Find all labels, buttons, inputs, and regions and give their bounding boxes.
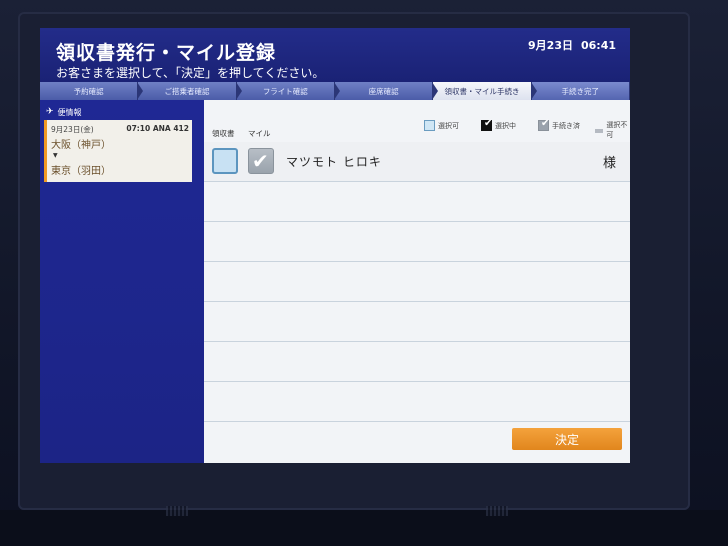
- flight-info-heading-label: 便情報: [57, 107, 82, 117]
- empty-passenger-row: [204, 382, 630, 422]
- step-label: フライト確認: [262, 86, 308, 96]
- step-label: 領収書・マイル手続き: [444, 86, 520, 96]
- unselectable-dash-icon: [595, 129, 604, 133]
- done-check-icon: ✔: [538, 118, 549, 131]
- flight-card-top-row: 9月23日(金) 07:10 ANA 412: [51, 124, 189, 135]
- column-header-mile: マイル: [248, 129, 271, 138]
- step-label: 座席確認: [368, 86, 399, 96]
- passenger-panel: 領収書 マイル 選択可 ✔ 選択中 ✔ 手続き済 選択不可 ✔ マツモト ヒロキ…: [204, 100, 630, 463]
- step-receipt-mile: 領収書・マイル手続き: [433, 82, 537, 100]
- step-flight-check: フライト確認: [236, 82, 340, 100]
- bezel-bottom: [0, 510, 728, 546]
- clock-time: 06:41: [580, 39, 616, 52]
- empty-passenger-row: [204, 182, 630, 222]
- clock: 9月23日 06:41: [520, 37, 616, 53]
- empty-passenger-row: [204, 342, 630, 382]
- clock-date: 9月23日: [528, 39, 573, 52]
- speaker-grille-left: [166, 506, 188, 516]
- legend-done-label: 手続き済: [552, 121, 580, 130]
- step-label: 予約確認: [73, 86, 104, 96]
- passenger-row: ✔ マツモト ヒロキ 様: [204, 142, 630, 182]
- flight-info-heading: ✈ 便情報: [46, 106, 196, 118]
- column-header-receipt: 領収書: [212, 129, 235, 138]
- step-label: ご搭乗者確認: [164, 86, 210, 96]
- step-chevron-icon: [235, 82, 242, 100]
- selectable-box-icon: [424, 120, 435, 131]
- passenger-honorific: 様: [602, 156, 616, 171]
- passenger-name: マツモト ヒロキ: [286, 155, 382, 169]
- legend-unselectable-label: 選択不可: [606, 121, 628, 139]
- empty-passenger-row: [204, 302, 630, 342]
- step-label: 手続き完了: [561, 86, 600, 96]
- legend-selected-label: 選択中: [495, 121, 516, 130]
- step-passenger-check: ご搭乗者確認: [138, 82, 242, 100]
- legend-done: ✔ 手続き済: [538, 118, 580, 131]
- speaker-grille-right: [486, 506, 508, 516]
- flight-origin: 大阪（神戸）: [51, 140, 111, 151]
- flight-card: 9月23日(金) 07:10 ANA 412 大阪（神戸） ▼ 東京（羽田）: [44, 120, 192, 182]
- empty-passenger-row: [204, 262, 630, 302]
- legend-unselectable: 選択不可: [595, 120, 630, 140]
- kiosk-screen: 領収書発行・マイル登録 お客さまを選択して、「決定」を押してください。 9月23…: [40, 28, 630, 463]
- page-title: 領収書発行・マイル登録: [56, 42, 277, 64]
- step-chevron-icon: [333, 82, 340, 100]
- legend-selectable-label: 選択可: [438, 121, 459, 130]
- step-chevron-icon: [137, 82, 144, 100]
- mile-checkbox[interactable]: ✔: [248, 148, 274, 174]
- legend-selectable: 選択可: [424, 120, 459, 131]
- step-complete: 手続き完了: [531, 82, 630, 100]
- flight-info-sidebar: ✈ 便情報 9月23日(金) 07:10 ANA 412 大阪（神戸） ▼ 東京…: [40, 100, 204, 463]
- legend-selected: ✔ 選択中: [481, 118, 516, 131]
- step-chevron-icon: [530, 82, 537, 100]
- checkmark-icon: ✔: [252, 149, 269, 173]
- empty-passenger-row: [204, 222, 630, 262]
- airplane-icon: ✈: [46, 107, 54, 117]
- selected-check-icon: ✔: [481, 118, 492, 131]
- down-arrow-icon: ▼: [53, 152, 58, 159]
- flight-destination: 東京（羽田）: [51, 166, 111, 177]
- header-bar: 領収書発行・マイル登録 お客さまを選択して、「決定」を押してください。 9月23…: [40, 28, 630, 82]
- flight-date: 9月23日(金): [51, 125, 94, 134]
- receipt-checkbox[interactable]: [212, 148, 238, 174]
- flight-time-number: 07:10 ANA 412: [126, 124, 189, 133]
- step-reservation-check: 予約確認: [40, 82, 144, 100]
- confirm-button[interactable]: 決定: [512, 428, 622, 450]
- progress-steps: 予約確認 ご搭乗者確認 フライト確認 座席確認 領収書・マイル手続き 手続き完了: [40, 82, 630, 100]
- step-chevron-icon: [432, 82, 439, 100]
- instruction-text: お客さまを選択して、「決定」を押してください。: [56, 66, 325, 80]
- step-seat-check: 座席確認: [334, 82, 439, 100]
